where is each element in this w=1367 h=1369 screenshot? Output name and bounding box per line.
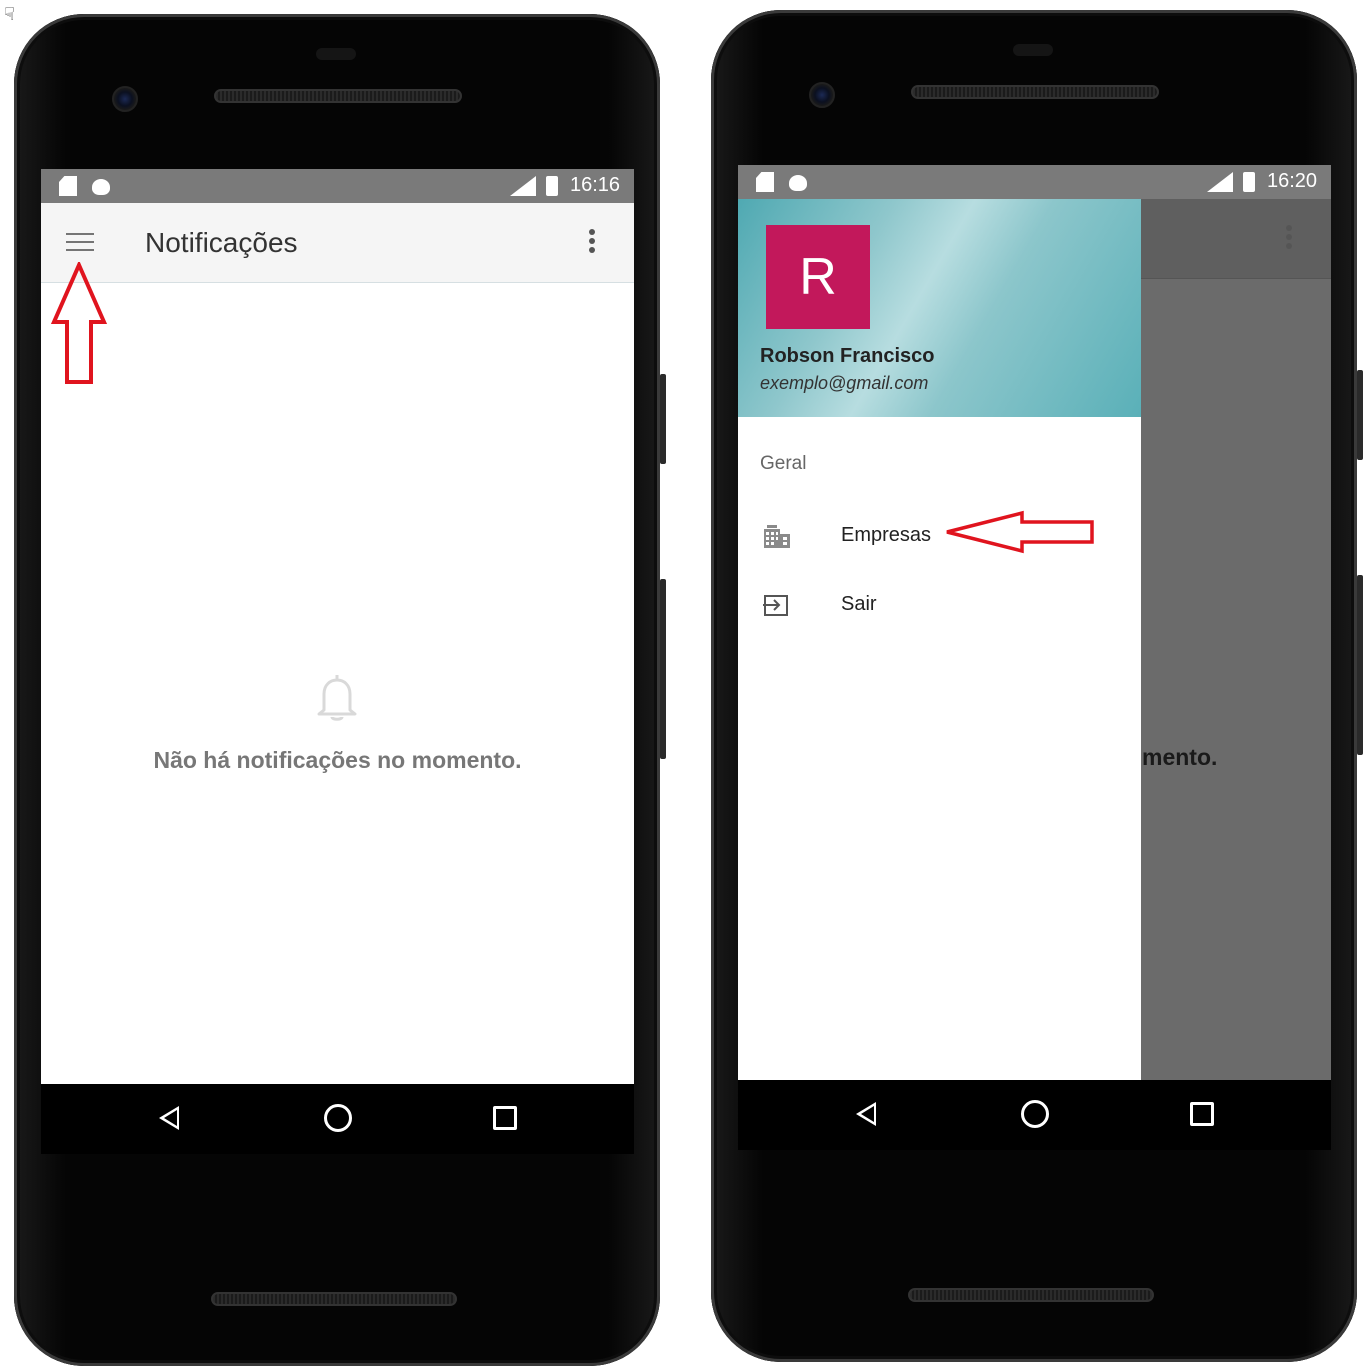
sd-card-icon — [756, 172, 774, 192]
phone-left: 16:16 Notificações Não há notificações n… — [14, 14, 666, 1366]
annotation-arrow-left — [946, 510, 1094, 554]
bottom-speaker — [908, 1288, 1154, 1302]
more-options-icon[interactable] — [588, 229, 596, 259]
home-icon[interactable] — [324, 1104, 352, 1132]
battery-icon — [546, 176, 558, 196]
phone-right: 16:20 mento. R Robson Francisco exemplo@… — [711, 10, 1363, 1362]
user-name: Robson Francisco — [760, 345, 935, 367]
back-icon[interactable] — [856, 1102, 876, 1126]
exit-icon — [763, 595, 788, 616]
earpiece — [1013, 44, 1053, 56]
app-bar: Notificações — [41, 203, 634, 283]
earpiece — [316, 48, 356, 60]
front-camera — [809, 82, 835, 108]
navigation-bar — [738, 1080, 1331, 1150]
top-speaker — [214, 89, 462, 103]
user-email: exemplo@gmail.com — [760, 373, 929, 393]
navigation-bar — [41, 1084, 634, 1154]
status-time: 16:16 — [570, 174, 621, 196]
power-button — [660, 579, 666, 759]
battery-icon — [1243, 172, 1255, 192]
volume-button — [1357, 370, 1363, 460]
lte-signal-icon — [1207, 172, 1233, 192]
avatar: R — [766, 225, 870, 329]
sd-card-icon — [59, 176, 77, 196]
section-label: Geral — [760, 453, 807, 474]
status-bar: 16:16 — [41, 169, 634, 203]
empty-state-message: Não há notificações no momento. — [153, 747, 522, 773]
lte-signal-icon — [510, 176, 536, 196]
cursor-icon: ☟ — [4, 4, 15, 25]
back-icon[interactable] — [159, 1106, 179, 1130]
home-icon[interactable] — [1021, 1100, 1049, 1128]
screen: 16:16 Notificações Não há notificações n… — [41, 169, 634, 1154]
drawer-item-sair[interactable]: Sair — [738, 578, 1141, 630]
front-camera — [112, 86, 138, 112]
bell-icon — [317, 675, 357, 721]
status-time: 16:20 — [1267, 170, 1318, 192]
navigation-drawer: R Robson Francisco exemplo@gmail.com Ger… — [738, 199, 1141, 1080]
drawer-item-label: Empresas — [841, 524, 932, 546]
android-icon — [789, 175, 807, 191]
building-icon — [764, 525, 790, 548]
recent-apps-icon[interactable] — [493, 1106, 517, 1130]
bottom-speaker — [211, 1292, 457, 1306]
top-speaker — [911, 85, 1159, 99]
screen: 16:20 mento. R Robson Francisco exemplo@… — [738, 165, 1331, 1150]
annotation-arrow-up — [50, 262, 108, 384]
volume-button — [660, 374, 666, 464]
android-icon — [92, 179, 110, 195]
drawer-item-label: Sair — [841, 593, 877, 615]
page-title: Notificações — [145, 227, 298, 258]
hamburger-menu-icon[interactable] — [66, 233, 94, 253]
drawer-header: R Robson Francisco exemplo@gmail.com — [738, 199, 1141, 417]
dimmed-empty-text: mento. — [1142, 744, 1218, 770]
more-options-icon — [1285, 225, 1293, 255]
power-button — [1357, 575, 1363, 755]
recent-apps-icon[interactable] — [1190, 1102, 1214, 1126]
status-bar: 16:20 — [738, 165, 1331, 199]
